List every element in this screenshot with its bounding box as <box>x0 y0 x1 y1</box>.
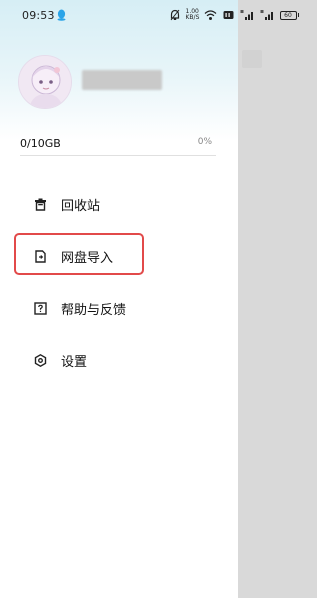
menu-item-help-feedback[interactable]: 帮助与反馈 <box>20 293 210 323</box>
menu-item-label: 回收站 <box>61 198 101 214</box>
network-speed-unit: KB/S <box>185 14 200 21</box>
battery-icon: 60 <box>279 9 299 21</box>
menu-item-label: 帮助与反馈 <box>61 302 127 318</box>
network-speed: 1.00 KB/S <box>185 9 200 21</box>
wifi-icon <box>204 10 216 20</box>
status-bar: 09:53 1.00 KB/S 60 <box>0 0 317 34</box>
menu-item-settings[interactable]: 设置 <box>20 345 210 375</box>
menu-item-recycle-bin[interactable]: 回收站 <box>20 189 210 219</box>
help-icon <box>34 301 47 315</box>
signal-icon <box>240 10 253 20</box>
avatar[interactable] <box>18 55 72 109</box>
status-icons: 1.00 KB/S 60 <box>170 9 299 21</box>
dimmed-main-content[interactable] <box>238 0 317 598</box>
dimmed-content-block <box>242 50 262 68</box>
avatar-illustration <box>19 56 71 108</box>
username-blurred <box>82 70 162 90</box>
battery-level-text: 60 <box>284 11 292 19</box>
alarm-icon <box>170 9 179 21</box>
highlight-box <box>14 233 144 275</box>
menu-item-label: 设置 <box>61 354 88 370</box>
hd-icon <box>223 11 233 19</box>
trash-icon <box>34 198 47 211</box>
signal-icon <box>260 10 273 20</box>
storage-used-text: 0/10GB <box>20 137 61 150</box>
settings-icon <box>34 353 47 367</box>
storage-progress-bar <box>20 155 216 156</box>
qq-notification-icon <box>57 9 66 21</box>
phone-screen: 0/10GB 0% 回收站 网盘导入 帮助与反馈 设置 09:53 1.00 K… <box>0 0 317 598</box>
storage-percent-text: 0% <box>197 137 212 147</box>
status-time: 09:53 <box>22 9 55 22</box>
side-drawer: 0/10GB 0% 回收站 网盘导入 帮助与反馈 设置 <box>0 0 238 598</box>
